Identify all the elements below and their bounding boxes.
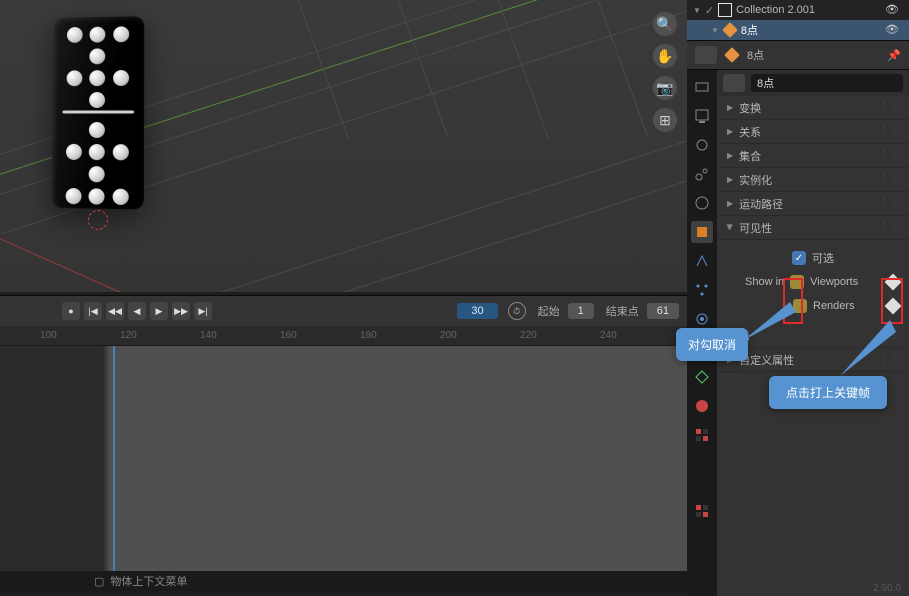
object-name-field[interactable]: 8点 (751, 74, 903, 92)
object-selector[interactable] (723, 74, 745, 92)
3d-viewport[interactable]: 🔍 ✋ 📷 ⊞ (0, 0, 687, 292)
tab-texture-alt[interactable] (691, 500, 713, 522)
section-label: 可见性 (739, 220, 772, 236)
callout-text: 对勾取消 (688, 338, 736, 352)
callout-text: 点击打上关键帧 (786, 386, 870, 400)
breadcrumb-object-name: 8点 (747, 47, 764, 63)
disclosure-triangle-icon[interactable]: ▼ (711, 26, 719, 35)
outliner-collection-row[interactable]: ▼ ✓ Collection 2.001 👁 (687, 0, 909, 20)
section-label: 集合 (739, 148, 761, 164)
grid-icon[interactable]: ⊞ (653, 108, 677, 132)
section-label: 变换 (739, 100, 761, 116)
object-label: 8点 (741, 22, 758, 38)
domino-object[interactable] (52, 16, 145, 209)
ruler-tick: 220 (520, 330, 537, 341)
tab-modifiers[interactable] (691, 250, 713, 272)
start-frame-field[interactable]: 1 (568, 303, 594, 319)
callout-keyframe: 点击打上关键帧 (769, 376, 887, 409)
object-header: 8点 (717, 70, 909, 96)
tab-texture[interactable] (691, 424, 713, 446)
start-frame-label: 起始 (538, 303, 560, 319)
ruler-tick: 240 (600, 330, 617, 341)
tab-material[interactable] (691, 395, 713, 417)
timeline-editor: ● |◀ ◀◀ ◀ ▶ ▶▶ ▶| 30 ⏱ 起始 1 结束点 61 100 1… (0, 295, 687, 591)
visibility-content: ✓ 可选 Show in Viewports Renders (717, 240, 909, 324)
next-keyframe-button[interactable]: ▶▶ (172, 302, 190, 320)
pin-icon[interactable]: 📌 (887, 49, 901, 62)
ruler-tick: 160 (280, 330, 297, 341)
show-in-label: Show in (745, 276, 784, 288)
collection-label: Collection 2.001 (736, 4, 815, 16)
mesh-icon (722, 22, 738, 38)
renders-checkbox[interactable] (793, 299, 807, 313)
ruler-tick: 100 (40, 330, 57, 341)
section-label: 关系 (739, 124, 761, 140)
ruler-tick: 200 (440, 330, 457, 341)
selectable-label: 可选 (812, 250, 834, 266)
context-menu-hint: 物体上下文菜单 (110, 573, 187, 589)
clock-icon[interactable]: ⏱ (508, 302, 526, 320)
keyframe-button-renders[interactable] (885, 298, 902, 315)
outliner-object-row[interactable]: ▼ 8点 👁 (687, 20, 909, 40)
keyframe-button-viewports[interactable] (885, 274, 902, 291)
jump-start-button[interactable]: |◀ (84, 302, 102, 320)
3d-cursor (88, 210, 108, 230)
tab-render[interactable] (691, 76, 713, 98)
playhead[interactable] (113, 346, 115, 586)
timeline-footer: ▢ 物体上下文菜单 (0, 571, 687, 591)
tab-data[interactable] (691, 366, 713, 388)
tab-particles[interactable] (691, 279, 713, 301)
tab-object[interactable] (691, 221, 713, 243)
tab-scene[interactable] (691, 163, 713, 185)
section-relations[interactable]: ▶ 关系 ⋮⋮ (717, 120, 909, 144)
section-label: 实例化 (739, 172, 772, 188)
section-transform[interactable]: ▶ 变换 ⋮⋮ (717, 96, 909, 120)
callout-uncheck: 对勾取消 (676, 328, 748, 361)
ruler-tick: 180 (360, 330, 377, 341)
play-button[interactable]: ▶ (150, 302, 168, 320)
section-label: 运动路径 (739, 196, 783, 212)
eye-icon[interactable]: 👁 (885, 23, 903, 37)
renders-label: Renders (813, 300, 855, 312)
current-frame-field[interactable]: 30 (457, 303, 497, 319)
pan-icon[interactable]: ✋ (653, 44, 677, 68)
end-frame-field[interactable]: 61 (647, 303, 679, 319)
play-reverse-button[interactable]: ◀ (128, 302, 146, 320)
zoom-icon[interactable]: 🔍 (653, 12, 677, 36)
prev-keyframe-button[interactable]: ◀◀ (106, 302, 124, 320)
tab-output[interactable] (691, 105, 713, 127)
section-collections[interactable]: ▶ 集合 ⋮⋮ (717, 144, 909, 168)
disclosure-triangle-icon[interactable]: ▼ (693, 6, 701, 15)
ruler-tick: 140 (200, 330, 217, 341)
jump-end-button[interactable]: ▶| (194, 302, 212, 320)
auto-keying-icon[interactable]: ● (62, 302, 80, 320)
timeline-ruler[interactable]: 100 120 140 160 180 200 220 240 (0, 326, 687, 346)
viewports-checkbox[interactable] (790, 275, 804, 289)
viewports-label: Viewports (810, 276, 858, 288)
collection-icon (718, 3, 732, 17)
properties-breadcrumb: 8点 📌 (687, 40, 909, 70)
selectable-checkbox[interactable]: ✓ (792, 251, 806, 265)
section-instancing[interactable]: ▶ 实例化 ⋮⋮ (717, 168, 909, 192)
eye-icon[interactable]: 👁 (885, 3, 903, 17)
timeline-channels[interactable] (0, 346, 687, 586)
tab-view-layer[interactable] (691, 134, 713, 156)
section-visibility[interactable]: ▶ 可见性 ⋮⋮ (717, 216, 909, 240)
mesh-icon (724, 47, 740, 63)
version-label: 2.90.0 (873, 583, 901, 594)
tab-world[interactable] (691, 192, 713, 214)
ruler-tick: 120 (120, 330, 137, 341)
section-motion-paths[interactable]: ▶ 运动路径 ⋮⋮ (717, 192, 909, 216)
end-frame-label: 结束点 (606, 303, 639, 319)
camera-icon[interactable]: 📷 (653, 76, 677, 100)
timeline-header: ● |◀ ◀◀ ◀ ▶ ▶▶ ▶| 30 ⏱ 起始 1 结束点 61 (0, 296, 687, 326)
breadcrumb-dropdown[interactable] (695, 46, 717, 64)
tab-physics[interactable] (691, 308, 713, 330)
outliner: ▼ ✓ Collection 2.001 👁 ▼ 8点 👁 (687, 0, 909, 40)
